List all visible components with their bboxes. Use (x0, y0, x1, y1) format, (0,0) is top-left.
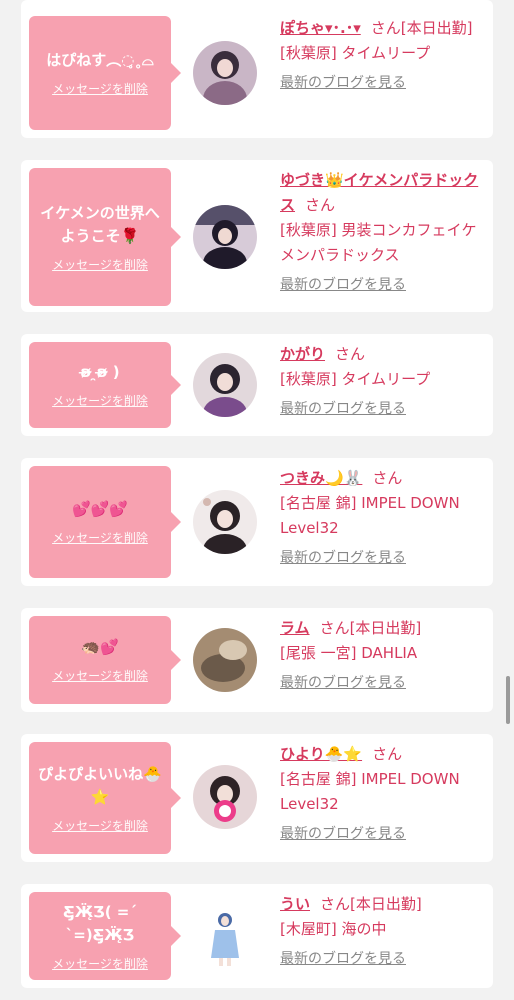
list-item: 💕💕💕 メッセージを削除 つきみ🌙🐰 さん [名古屋 錦] IMPEL DOWN … (21, 458, 493, 586)
honorific: さん[本日出勤] (320, 895, 422, 913)
avatar[interactable] (193, 904, 257, 968)
message-text: Ƹ̵̡Ӝ̵̨̄Ʒ( =ˊ ˋ=)Ƹ̵̡Ӝ̵̨̄Ʒ (63, 902, 137, 944)
cast-info: うい さん[本日出勤] [木屋町] 海の中 最新のブログを見る (280, 892, 490, 970)
cast-info: ゆづき👑イケメンパラドックス さん [秋葉原] 男装コンカフェイケメンパラドックス… (280, 168, 490, 296)
cast-name-link[interactable]: ぽちゃ▾･.･▾ (280, 19, 361, 37)
avatar[interactable] (193, 353, 257, 417)
honorific: さん (372, 745, 403, 763)
latest-blog-link[interactable]: 最新のブログを見る (280, 547, 490, 569)
latest-blog-link[interactable]: 最新のブログを見る (280, 274, 490, 296)
latest-blog-link[interactable]: 最新のブログを見る (280, 398, 490, 420)
honorific: さん (305, 196, 336, 214)
message-text: はぴねす︵◌̥˳⌓ (46, 51, 154, 69)
shop-location: [木屋町] 海の中 (280, 920, 387, 938)
shop-location: [名古屋 錦] IMPEL DOWN Level32 (280, 770, 460, 813)
latest-blog-link[interactable]: 最新のブログを見る (280, 72, 490, 94)
honorific: さん (335, 345, 366, 363)
honorific: さん (372, 469, 403, 487)
cast-info: ひより🐣⭐ さん [名古屋 錦] IMPEL DOWN Level32 最新のブロ… (280, 742, 490, 845)
list-item: 🦔💕 メッセージを削除 ラム さん[本日出勤] [尾張 一宮] DAHLIA 最新… (21, 608, 493, 712)
message-bubble: 🦔💕 メッセージを削除 (29, 616, 181, 704)
delete-message-link[interactable]: メッセージを削除 (52, 529, 148, 546)
message-text: 💕💕💕 (71, 500, 129, 518)
avatar[interactable] (193, 490, 257, 554)
avatar[interactable] (193, 628, 257, 692)
cast-name-link[interactable]: ひより🐣⭐ (280, 745, 362, 763)
delete-message-link[interactable]: メッセージを削除 (52, 392, 148, 409)
cast-name-link[interactable]: うい (280, 895, 310, 913)
list-item: ʚ̴̶̷ ̯ʚ̴̶̷ ) メッセージを削除 かがり さん [秋葉原] タイムリープ… (21, 334, 493, 436)
cast-info: かがり さん [秋葉原] タイムリープ 最新のブログを見る (280, 342, 490, 420)
delete-message-link[interactable]: メッセージを削除 (52, 955, 148, 972)
cast-info: ラム さん[本日出勤] [尾張 一宮] DAHLIA 最新のブログを見る (280, 616, 490, 694)
avatar[interactable] (193, 41, 257, 105)
delete-message-link[interactable]: メッセージを削除 (52, 817, 148, 834)
message-bubble: ぴよぴよいいね🐣⭐ メッセージを削除 (29, 742, 181, 854)
avatar[interactable] (193, 765, 257, 829)
shop-location: [秋葉原] 男装コンカフェイケメンパラドックス (280, 221, 477, 264)
list-item: はぴねす︵◌̥˳⌓ メッセージを削除 ぽちゃ▾･.･▾ さん[本日出勤] [秋葉原… (21, 0, 493, 138)
latest-blog-link[interactable]: 最新のブログを見る (280, 823, 490, 845)
avatar[interactable] (193, 205, 257, 269)
cast-name-link[interactable]: つきみ🌙🐰 (280, 469, 362, 487)
latest-blog-link[interactable]: 最新のブログを見る (280, 948, 490, 970)
shop-location: [尾張 一宮] DAHLIA (280, 644, 418, 662)
list-item: Ƹ̵̡Ӝ̵̨̄Ʒ( =ˊ ˋ=)Ƹ̵̡Ӝ̵̨̄Ʒ メッセージを削除 うい さん[本… (21, 884, 493, 988)
honorific: さん[本日出勤] (370, 19, 473, 37)
delete-message-link[interactable]: メッセージを削除 (52, 667, 148, 684)
cast-info: つきみ🌙🐰 さん [名古屋 錦] IMPEL DOWN Level32 最新のブロ… (280, 466, 490, 569)
cast-name-link[interactable]: ラム (280, 619, 310, 637)
shop-location: [名古屋 錦] IMPEL DOWN Level32 (280, 494, 460, 537)
shop-location: [秋葉原] タイムリープ (280, 44, 431, 62)
cast-name-link[interactable]: かがり (280, 345, 325, 363)
message-text: ぴよぴよいいね🐣⭐ (38, 764, 162, 806)
message-bubble: イケメンの世界へようこそ🌹 メッセージを削除 (29, 168, 181, 306)
message-text: 🦔💕 (81, 638, 119, 656)
message-text: ʚ̴̶̷ ̯ʚ̴̶̷ ) (80, 363, 120, 381)
delete-message-link[interactable]: メッセージを削除 (52, 256, 148, 273)
message-text: イケメンの世界へようこそ🌹 (40, 203, 160, 245)
message-bubble: 💕💕💕 メッセージを削除 (29, 466, 181, 578)
message-bubble: ʚ̴̶̷ ̯ʚ̴̶̷ ) メッセージを削除 (29, 342, 181, 428)
honorific: さん[本日出勤] (319, 619, 422, 637)
shop-location: [秋葉原] タイムリープ (280, 370, 431, 388)
cast-info: ぽちゃ▾･.･▾ さん[本日出勤] [秋葉原] タイムリープ 最新のブログを見る (280, 16, 490, 94)
delete-message-link[interactable]: メッセージを削除 (52, 80, 148, 97)
list-item: ぴよぴよいいね🐣⭐ メッセージを削除 ひより🐣⭐ さん [名古屋 錦] IMPEL… (21, 734, 493, 862)
scrollbar-thumb[interactable] (506, 676, 510, 724)
list-item: イケメンの世界へようこそ🌹 メッセージを削除 ゆづき👑イケメンパラドックス さん … (21, 160, 493, 312)
message-bubble: はぴねす︵◌̥˳⌓ メッセージを削除 (29, 16, 181, 130)
message-bubble: Ƹ̵̡Ӝ̵̨̄Ʒ( =ˊ ˋ=)Ƹ̵̡Ӝ̵̨̄Ʒ メッセージを削除 (29, 892, 181, 980)
latest-blog-link[interactable]: 最新のブログを見る (280, 672, 490, 694)
